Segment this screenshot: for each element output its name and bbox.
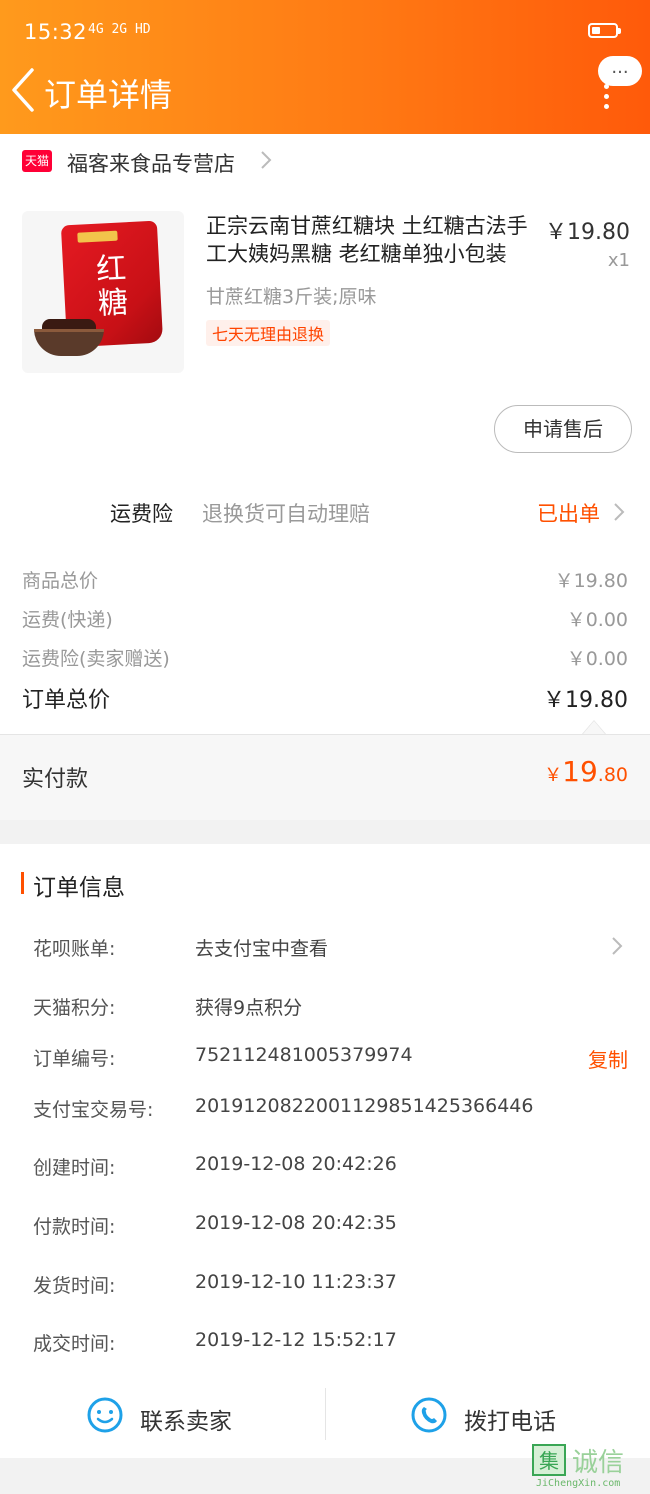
info-row-shipped: 发货时间: 2019-12-10 11:23:37	[33, 1271, 628, 1301]
fee-label: 运费(快递)	[22, 609, 113, 631]
paid-label: 实付款	[22, 767, 89, 792]
more-menu-icon[interactable]	[600, 84, 614, 110]
info-value: 2019-12-08 20:42:35	[195, 1212, 397, 1234]
info-key: 成交时间:	[33, 1333, 116, 1355]
signal-icon: 4G 2G HD	[88, 22, 151, 37]
call-label: 拨打电话	[464, 1409, 556, 1435]
info-value: 去支付宝中查看	[195, 938, 329, 960]
order-info-title: 订单信息	[33, 875, 125, 901]
product-image[interactable]: 红糖	[22, 211, 184, 373]
status-time: 15:32	[24, 20, 88, 44]
info-value: 2019-12-08 20:42:26	[195, 1153, 397, 1175]
product-title[interactable]: 正宗云南甘蔗红糖块 土红糖古法手工大姨妈黑糖 老红糖单独小包装	[206, 212, 536, 268]
message-bubble-button[interactable]: ...	[598, 56, 642, 86]
info-key: 支付宝交易号:	[33, 1099, 154, 1121]
info-row-created: 创建时间: 2019-12-08 20:42:26	[33, 1153, 628, 1183]
contact-seller-label: 联系卖家	[140, 1409, 232, 1435]
app-header: 15:32 4G 2G HD 订单详情 ...	[0, 0, 650, 134]
fee-row: 运费险(卖家赠送) ￥0.00	[22, 644, 628, 674]
bowl-graphic	[34, 329, 104, 356]
info-row-alipay-id: 支付宝交易号: 2019120822001129851425366446	[33, 1095, 628, 1125]
product-spec: 甘蔗红糖3斤装;原味	[206, 286, 377, 308]
info-row-order-number: 订单编号: 752112481005379974 复制	[33, 1044, 628, 1074]
paid-value: ￥19.80	[544, 755, 628, 788]
info-value: 752112481005379974	[195, 1044, 413, 1066]
info-key: 订单编号:	[33, 1048, 116, 1070]
battery-icon	[588, 23, 621, 38]
info-row-completed: 成交时间: 2019-12-12 15:52:17	[33, 1329, 628, 1359]
section-accent	[21, 872, 24, 894]
back-button[interactable]	[8, 64, 40, 116]
info-row-points: 天猫积分: 获得9点积分	[33, 993, 628, 1023]
insurance-desc: 退换货可自动理赔	[202, 502, 370, 526]
product-quantity: x1	[607, 250, 630, 271]
info-key: 花呗账单:	[33, 938, 116, 960]
order-total-row: 订单总价 ￥19.80	[22, 682, 628, 718]
chevron-right-icon	[261, 151, 272, 169]
info-value: 2019-12-12 15:52:17	[195, 1329, 397, 1351]
after-sale-button[interactable]: 申请售后	[494, 405, 632, 453]
tmall-badge: 天猫	[22, 150, 52, 172]
fee-label: 商品总价	[22, 570, 99, 592]
fee-label: 运费险(卖家赠送)	[22, 648, 170, 670]
watermark-subtext: JiChengXin.com	[536, 1478, 621, 1489]
watermark-mark: 集	[532, 1444, 566, 1476]
phone-icon	[411, 1397, 447, 1433]
chevron-right-icon	[614, 503, 625, 521]
info-key: 天猫积分:	[33, 997, 116, 1019]
fee-value: ￥0.00	[566, 609, 628, 631]
info-key: 发货时间:	[33, 1275, 116, 1297]
chevron-left-icon	[12, 68, 34, 112]
info-row-paid: 付款时间: 2019-12-08 20:42:35	[33, 1212, 628, 1242]
product-image-text: 红糖	[95, 251, 129, 322]
info-value: 2019-12-10 11:23:37	[195, 1271, 397, 1293]
fee-value: ￥0.00	[566, 648, 628, 670]
bottom-action-bar: 联系卖家 拨打电话	[0, 1388, 650, 1450]
shop-row[interactable]: 天猫 福客来食品专营店	[0, 134, 650, 190]
insurance-status: 已出单	[537, 502, 600, 526]
order-total-value: ￥19.80	[543, 688, 628, 713]
shipping-insurance-row[interactable]: 运费险 退换货可自动理赔 已出单	[0, 490, 650, 534]
info-value: 获得9点积分	[195, 997, 303, 1019]
paid-amount-box: 实付款 ￥19.80	[0, 734, 650, 820]
copy-button[interactable]: 复制	[588, 1044, 628, 1073]
info-key: 付款时间:	[33, 1216, 116, 1238]
info-key: 创建时间:	[33, 1157, 116, 1179]
fee-row: 运费(快递) ￥0.00	[22, 605, 628, 635]
watermark-text: 诚信	[572, 1448, 625, 1478]
fee-value: ￥19.80	[554, 570, 628, 592]
chat-smile-icon	[87, 1397, 123, 1433]
info-row-huabei[interactable]: 花呗账单: 去支付宝中查看	[33, 934, 628, 964]
chevron-right-icon	[612, 937, 623, 955]
shop-name: 福客来食品专营店	[67, 152, 235, 176]
order-total-label: 订单总价	[22, 688, 111, 713]
fee-row: 商品总价 ￥19.80	[22, 566, 628, 596]
page-title: 订单详情	[44, 76, 173, 114]
divider	[325, 1388, 326, 1440]
info-value: 2019120822001129851425366446	[195, 1095, 534, 1117]
insurance-label: 运费险	[110, 502, 173, 526]
return-policy-tag: 七天无理由退换	[206, 320, 331, 346]
watermark-logo: 集 诚信 JiChengXin.com	[532, 1442, 650, 1494]
pointer-arrow	[582, 720, 606, 734]
product-price: ￥19.80	[545, 220, 630, 245]
section-divider	[0, 820, 650, 844]
